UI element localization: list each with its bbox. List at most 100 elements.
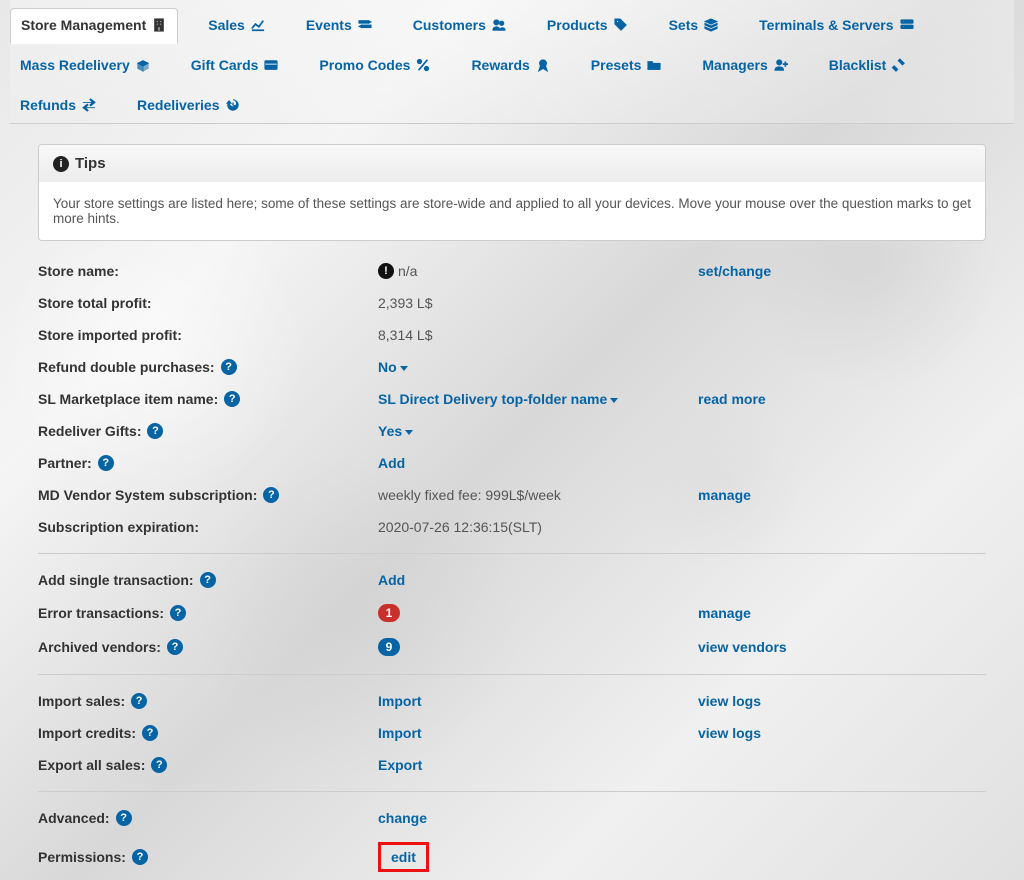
percent-icon bbox=[415, 58, 431, 72]
row-label: Permissions:? bbox=[38, 849, 378, 865]
row-value: 1 bbox=[378, 604, 698, 622]
nav-tab-rewards[interactable]: Rewards bbox=[461, 49, 560, 83]
nav-label: Sales bbox=[208, 17, 245, 33]
nav-label: Events bbox=[306, 17, 352, 33]
action-link[interactable]: manage bbox=[698, 487, 751, 503]
nav-label: Terminals & Servers bbox=[759, 17, 893, 33]
row-label: Store total profit: bbox=[38, 295, 378, 311]
settings-row: Import sales:?Import view logs bbox=[38, 685, 986, 717]
nav-tab-blacklist[interactable]: Blacklist bbox=[819, 49, 918, 83]
server-icon bbox=[899, 18, 915, 32]
nav-tab-managers[interactable]: Managers bbox=[692, 49, 798, 83]
row-label: Import credits:? bbox=[38, 725, 378, 741]
nav-tab-products[interactable]: Products bbox=[537, 8, 639, 43]
settings-row: Refund double purchases:?No bbox=[38, 351, 986, 383]
value-link[interactable]: Import bbox=[378, 725, 422, 741]
help-icon[interactable]: ? bbox=[142, 725, 158, 741]
building-icon bbox=[151, 18, 167, 32]
settings-row: Error transactions:?1manage bbox=[38, 596, 986, 630]
help-icon[interactable]: ? bbox=[224, 391, 240, 407]
action-link[interactable]: view vendors bbox=[698, 639, 787, 655]
help-icon[interactable]: ? bbox=[98, 455, 114, 471]
row-label: Partner:? bbox=[38, 455, 378, 471]
tips-panel: i Tips Your store settings are listed he… bbox=[38, 144, 986, 241]
row-value: Add bbox=[378, 455, 698, 471]
dropdown-toggle[interactable]: SL Direct Delivery top-folder name bbox=[378, 391, 618, 407]
settings-row: Redeliver Gifts:?Yes bbox=[38, 415, 986, 447]
action-link[interactable]: read more bbox=[698, 391, 766, 407]
row-value: edit bbox=[378, 842, 698, 872]
row-value: Import bbox=[378, 725, 698, 741]
settings-row: Advanced:?change bbox=[38, 802, 986, 834]
action-link[interactable]: view logs bbox=[698, 725, 761, 741]
settings-row: Store name:!n/aset/change bbox=[38, 255, 986, 287]
nav-tab-terminals-servers[interactable]: Terminals & Servers bbox=[749, 8, 924, 43]
row-action: set/change bbox=[698, 263, 986, 279]
value-link[interactable]: Import bbox=[378, 693, 422, 709]
settings-row: Permissions:? edit bbox=[38, 834, 986, 880]
nav-tab-mass-redelivery[interactable]: Mass Redelivery bbox=[10, 49, 161, 83]
action-link[interactable]: view logs bbox=[698, 693, 761, 709]
nav-label: Customers bbox=[413, 17, 486, 33]
row-value: Export bbox=[378, 757, 698, 773]
row-label: Store imported profit: bbox=[38, 327, 378, 343]
nav-label: Gift Cards bbox=[191, 57, 259, 73]
nav-tab-redeliveries[interactable]: Redeliveries bbox=[127, 89, 251, 123]
row-label: Import sales:? bbox=[38, 693, 378, 709]
info-icon: i bbox=[53, 156, 69, 172]
row-label: Refund double purchases:? bbox=[38, 359, 378, 375]
users-icon bbox=[491, 18, 507, 32]
value-link[interactable]: change bbox=[378, 810, 427, 826]
nav-tab-presets[interactable]: Presets bbox=[581, 49, 673, 83]
row-value: Import bbox=[378, 693, 698, 709]
settings-row: Import credits:?Import view logs bbox=[38, 717, 986, 749]
help-icon[interactable]: ? bbox=[116, 810, 132, 826]
row-value: weekly fixed fee: 999L$/week bbox=[378, 487, 698, 503]
settings-row: SL Marketplace item name:?SL Direct Deli… bbox=[38, 383, 986, 415]
nav-label: Refunds bbox=[20, 97, 76, 113]
nav-tab-customers[interactable]: Customers bbox=[403, 8, 517, 43]
help-icon[interactable]: ? bbox=[200, 572, 216, 588]
row-label: Archived vendors:? bbox=[38, 639, 378, 655]
medal-icon bbox=[535, 58, 551, 72]
help-icon[interactable]: ? bbox=[147, 423, 163, 439]
nav-tab-store-management[interactable]: Store Management bbox=[10, 8, 178, 44]
nav-label: Redeliveries bbox=[137, 97, 220, 113]
row-label: Store name: bbox=[38, 263, 378, 279]
nav-tab-promo-codes[interactable]: Promo Codes bbox=[309, 49, 441, 83]
help-icon[interactable]: ? bbox=[263, 487, 279, 503]
row-value: 8,314 L$ bbox=[378, 327, 698, 343]
action-link[interactable]: set/change bbox=[698, 263, 771, 279]
row-value: 9 bbox=[378, 638, 698, 656]
folder-open-icon bbox=[646, 58, 662, 72]
nav-label: Promo Codes bbox=[319, 57, 410, 73]
row-value: 2,393 L$ bbox=[378, 295, 698, 311]
help-icon[interactable]: ? bbox=[151, 757, 167, 773]
row-value: Yes bbox=[378, 423, 698, 439]
row-label: Subscription expiration: bbox=[38, 519, 378, 535]
tips-body: Your store settings are listed here; som… bbox=[39, 182, 985, 240]
nav-tab-refunds[interactable]: Refunds bbox=[10, 89, 107, 123]
dropdown-toggle[interactable]: Yes bbox=[378, 423, 413, 439]
dropdown-toggle[interactable]: No bbox=[378, 359, 408, 375]
value-link[interactable]: Add bbox=[378, 455, 405, 471]
row-value: Add bbox=[378, 572, 698, 588]
value-link[interactable]: Add bbox=[378, 572, 405, 588]
tips-header: i Tips bbox=[39, 145, 985, 182]
nav-tab-sets[interactable]: Sets bbox=[659, 8, 730, 43]
row-action: view vendors bbox=[698, 639, 986, 655]
nav-tab-events[interactable]: Events bbox=[296, 8, 383, 43]
nav-tab-gift-cards[interactable]: Gift Cards bbox=[181, 49, 290, 83]
box-open-icon bbox=[135, 58, 151, 72]
nav-tab-sales[interactable]: Sales bbox=[198, 8, 276, 43]
help-icon[interactable]: ? bbox=[221, 359, 237, 375]
help-icon[interactable]: ? bbox=[132, 849, 148, 865]
value-link[interactable]: edit bbox=[391, 849, 416, 865]
value-link[interactable]: Export bbox=[378, 757, 422, 773]
settings-row: Archived vendors:?9view vendors bbox=[38, 630, 986, 664]
help-icon[interactable]: ? bbox=[131, 693, 147, 709]
help-icon[interactable]: ? bbox=[170, 605, 186, 621]
help-icon[interactable]: ? bbox=[167, 639, 183, 655]
action-link[interactable]: manage bbox=[698, 605, 751, 621]
settings-row: Add single transaction:?Add bbox=[38, 564, 986, 596]
